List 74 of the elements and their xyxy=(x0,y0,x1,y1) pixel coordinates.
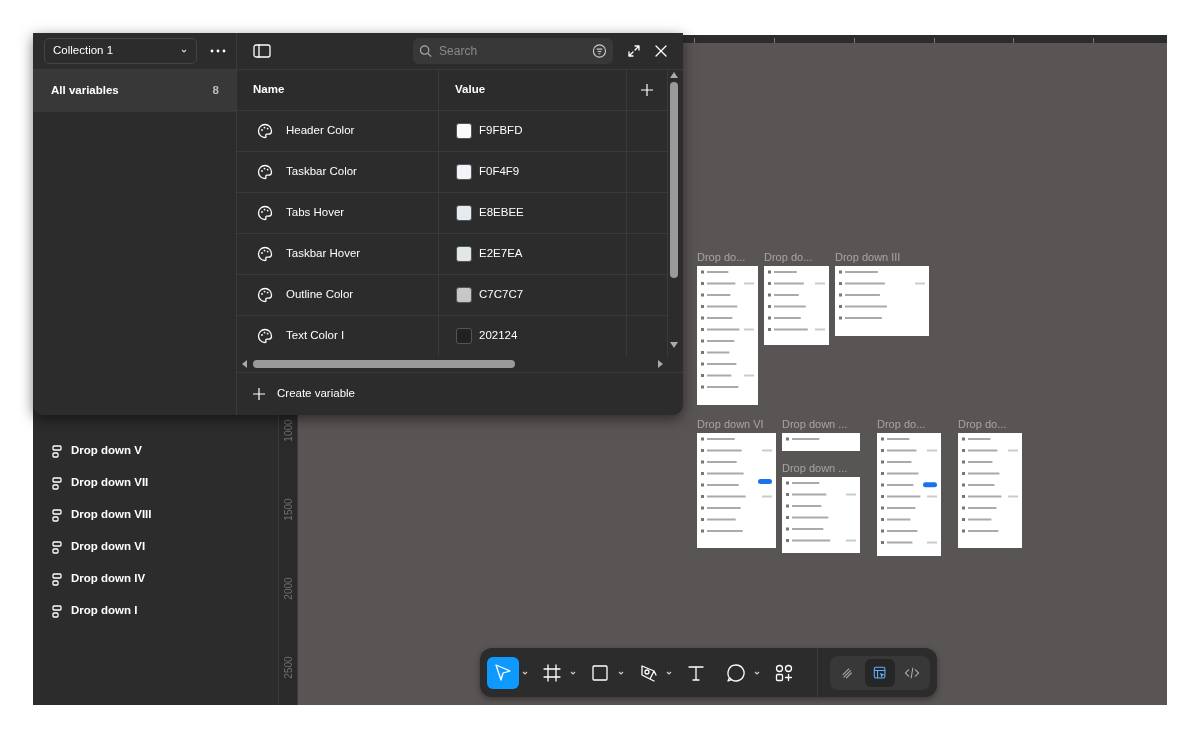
palette-icon xyxy=(257,246,273,262)
more-button[interactable] xyxy=(209,48,227,54)
layer-item[interactable]: Drop down V xyxy=(33,435,278,467)
plus-icon xyxy=(641,84,653,96)
color-value[interactable]: E2E7EA xyxy=(479,245,523,263)
variable-name[interactable]: Taskbar Hover xyxy=(286,245,361,263)
layer-item[interactable]: Drop down VII xyxy=(33,467,278,499)
filter-icon[interactable] xyxy=(592,43,607,59)
color-value[interactable]: F0F4F9 xyxy=(479,163,520,181)
layer-name: Drop down VIII xyxy=(71,507,152,523)
color-value[interactable]: E8EBEE xyxy=(479,204,524,222)
search-field[interactable]: Search xyxy=(413,38,613,64)
close-button[interactable] xyxy=(655,45,667,57)
layer-item[interactable]: Drop down I xyxy=(33,595,278,627)
expand-button[interactable] xyxy=(627,44,641,58)
tool-button[interactable] xyxy=(487,656,519,689)
palette-icon xyxy=(257,164,273,180)
palette-icon xyxy=(257,328,273,344)
mode-button[interactable] xyxy=(865,658,895,687)
variable-name[interactable]: Text Color I xyxy=(286,327,345,345)
color-swatch[interactable] xyxy=(456,123,472,139)
layer-item[interactable]: Drop down VIII xyxy=(33,499,278,531)
layer-name: Drop down VII xyxy=(71,475,149,491)
collection-group-item[interactable]: All variables 8 xyxy=(33,70,236,112)
variable-name[interactable]: Outline Color xyxy=(286,286,354,304)
chevron-down-icon xyxy=(180,47,188,55)
color-value[interactable]: F9FBFD xyxy=(479,122,523,140)
comment-icon xyxy=(725,661,747,684)
component-icon xyxy=(52,604,62,618)
component-icon xyxy=(52,444,62,458)
add-column-button[interactable] xyxy=(641,84,653,96)
create-variable-button[interactable]: Create variable xyxy=(253,385,355,403)
palette-icon xyxy=(257,205,273,221)
variable-count: 8 xyxy=(212,83,219,99)
layer-item[interactable]: Drop down VI xyxy=(33,531,278,563)
ruler-label: 1000 xyxy=(281,418,295,444)
expand-icon xyxy=(627,44,641,58)
ruler-label: 1500 xyxy=(281,497,295,523)
search-input[interactable]: Search xyxy=(437,41,588,61)
layer-name: Drop down V xyxy=(71,443,142,459)
color-value[interactable]: 202124 xyxy=(479,327,518,345)
variable-name[interactable]: Taskbar Color xyxy=(286,163,357,181)
color-swatch[interactable] xyxy=(456,164,472,180)
close-icon xyxy=(655,45,667,57)
layer-name: Drop down I xyxy=(71,603,138,619)
color-swatch[interactable] xyxy=(456,205,472,221)
collection-dropdown[interactable]: Collection 1 xyxy=(44,38,197,64)
plus-icon xyxy=(253,388,265,400)
layer-name: Drop down VI xyxy=(71,539,146,555)
palette-icon xyxy=(257,123,273,139)
ruler-label: 2500 xyxy=(281,655,295,681)
palette-icon xyxy=(257,287,273,303)
column-header: Name xyxy=(237,70,439,110)
column-header: Value xyxy=(439,70,627,110)
scroll-left-icon xyxy=(241,359,249,369)
component-icon xyxy=(52,476,62,490)
group-name: All variables xyxy=(51,83,119,99)
variable-name[interactable]: Header Color xyxy=(286,122,355,140)
more-icon xyxy=(209,48,227,54)
sidebar-icon xyxy=(253,44,271,58)
component-icon xyxy=(52,508,62,522)
component-icon xyxy=(52,540,62,554)
variable-name[interactable]: Tabs Hover xyxy=(286,204,345,222)
scroll-right-icon xyxy=(656,359,664,369)
ruler-label: 2000 xyxy=(281,576,295,602)
color-value[interactable]: C7C7C7 xyxy=(479,286,524,304)
layer-name: Drop down IV xyxy=(71,571,146,587)
component-icon xyxy=(52,572,62,586)
sidebar-toggle-button[interactable] xyxy=(253,44,271,58)
color-swatch[interactable] xyxy=(456,287,472,303)
search-icon xyxy=(419,44,433,58)
layer-item[interactable]: Drop down IV xyxy=(33,563,278,595)
color-swatch[interactable] xyxy=(456,328,472,344)
color-swatch[interactable] xyxy=(456,246,472,262)
